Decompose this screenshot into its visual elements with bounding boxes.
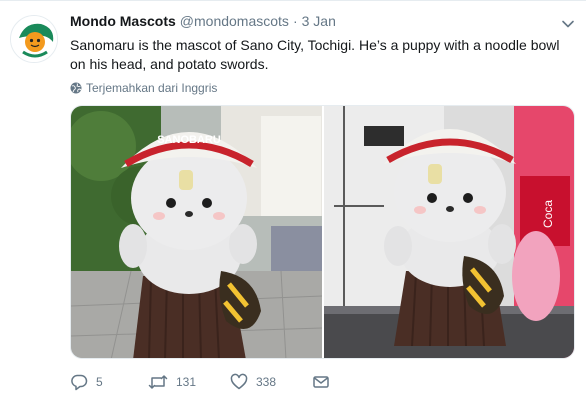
chevron-down-icon[interactable] (561, 17, 575, 31)
mascot-photo-left: SANOBARU (71, 106, 322, 358)
retweet-count: 131 (176, 375, 197, 389)
globe-icon (70, 82, 82, 94)
reply-button[interactable]: 5 (70, 373, 148, 391)
heart-icon (230, 373, 248, 390)
reply-count: 5 (96, 375, 103, 389)
reply-icon (71, 374, 88, 391)
translate-link[interactable]: Terjemahkan dari Inggris (70, 81, 217, 95)
photo-1[interactable]: SANOBARU (71, 106, 322, 358)
svg-text:Coca: Coca (541, 200, 555, 228)
like-button[interactable]: 338 (230, 373, 312, 391)
retweet-button[interactable]: 131 (148, 373, 230, 391)
mascot-avatar-icon (11, 16, 57, 62)
tweet-actions: 5 131 338 (70, 371, 338, 393)
separator-dot: · (292, 13, 298, 29)
media-container: SANOBARU Coca (70, 105, 575, 359)
retweet-icon (148, 375, 168, 389)
tweet-timestamp[interactable]: 3 Jan (302, 13, 336, 29)
bowl-text: SANOBARU (157, 134, 221, 146)
direct-message-button[interactable] (312, 373, 338, 391)
envelope-icon (313, 376, 329, 388)
translate-label: Terjemahkan dari Inggris (86, 81, 218, 95)
tweet[interactable]: Mondo Mascots @mondomascots · 3 Jan Sano… (0, 0, 586, 403)
mascot-photo-right: Coca (323, 106, 574, 358)
tweet-header: Mondo Mascots @mondomascots · 3 Jan (70, 13, 336, 33)
avatar[interactable] (10, 15, 58, 63)
photo-2[interactable]: Coca (323, 106, 574, 358)
display-name[interactable]: Mondo Mascots (70, 13, 176, 29)
user-handle[interactable]: @mondomascots (180, 13, 289, 29)
tweet-text: Sanomaru is the mascot of Sano City, Toc… (70, 37, 560, 72)
like-count: 338 (256, 375, 277, 389)
